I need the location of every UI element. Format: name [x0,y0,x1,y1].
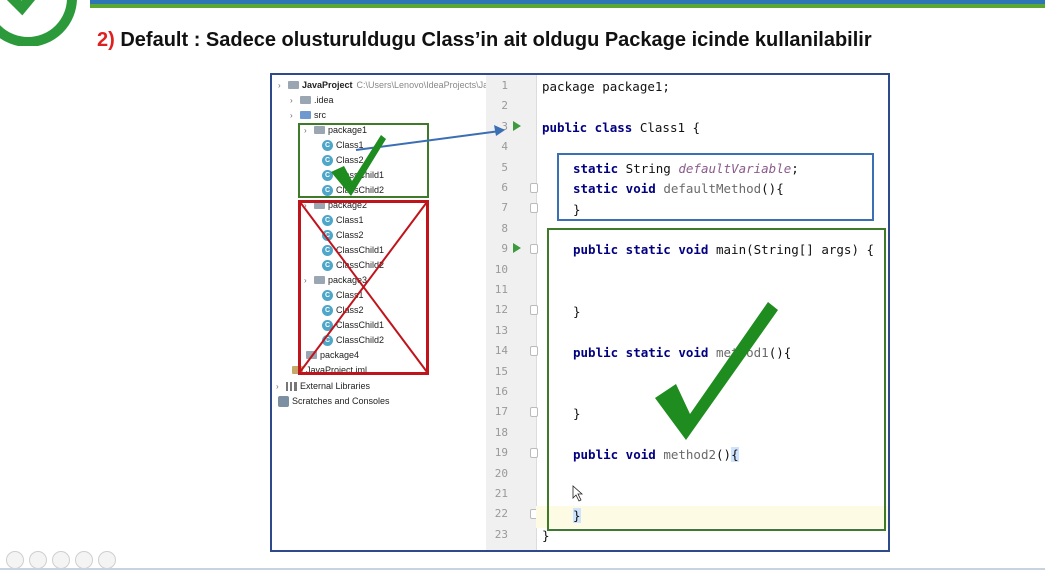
class-declaration: Class1 { [632,120,701,135]
line-number: 6 [501,181,508,194]
line-number: 22 [494,507,508,521]
tree-item-label: src [314,110,326,120]
fold-icon[interactable] [530,448,538,458]
pen-icon[interactable] [29,551,47,569]
fold-icon[interactable] [530,346,538,356]
zoom-icon[interactable] [52,551,70,569]
line-number: 13 [494,323,508,337]
tree-item[interactable]: › JavaProject C:\Users\Lenovo\IdeaProjects… [278,78,488,93]
editor-gutter: 1 2 3 4 5 6 7 8 9 10 11 12 13 14 15 16 17 18 19 20 21 22 23 [486,75,538,550]
line-number: 5 [501,160,508,174]
tree-item-label: External Libraries [300,381,371,391]
expand-arrow-icon[interactable]: › [290,108,300,123]
tree-item[interactable]: › .idea [290,93,334,108]
line-number: 9 [501,242,508,256]
line-number: 23 [494,527,508,541]
line-number: 20 [494,466,508,480]
line-number: 19 [494,446,508,460]
line-number: 14 [494,344,508,358]
line-number: 17 [494,405,508,419]
other-packages-rejected-box [298,200,429,375]
code-line-1: package package1; [542,78,670,96]
folder-icon [288,80,299,89]
line-number: 16 [494,385,508,398]
fold-icon[interactable] [530,244,538,254]
scratch-icon [278,396,289,408]
fold-icon[interactable] [530,203,538,213]
expand-arrow-icon[interactable]: › [290,93,300,108]
heading-text: Default : Sadece olusturuldugu Class’in … [120,29,872,51]
library-icon [286,382,297,392]
tree-item[interactable]: › src [290,108,326,123]
line-number: 2 [501,99,508,113]
package1-highlight-box [298,123,429,198]
folder-icon [300,110,311,119]
expand-arrow-icon[interactable]: › [276,379,286,394]
previous-icon[interactable] [6,551,24,569]
run-main-icon[interactable] [513,243,521,253]
tree-item[interactable]: › External Libraries [276,379,370,394]
keyword: public class [542,120,633,135]
line-number: 12 [494,303,508,317]
line-number: 10 [494,262,508,276]
tree-item-label: JavaProject [302,80,353,90]
fold-icon[interactable] [530,407,538,417]
more-icon[interactable] [98,551,116,569]
line-number: 11 [494,283,508,296]
line-number: 3 [501,119,508,133]
fold-icon[interactable] [530,183,538,193]
tree-item-label: Scratches and Consoles [292,396,390,406]
package-declaration: package package1; [542,79,670,94]
slide-heading: 2) Default : Sadece olusturuldugu Class’… [97,29,872,52]
line-number: 21 [494,487,508,500]
run-class-icon[interactable] [513,121,521,131]
class1-methods-box [547,228,886,531]
project-path: C:\Users\Lenovo\IdeaProjects\Ja [356,80,489,90]
expand-arrow-icon[interactable]: › [278,78,288,93]
tree-item-label: .idea [314,95,334,105]
line-number: 4 [501,140,508,154]
folder-icon [300,95,311,104]
heading-number: 2) [97,29,115,51]
line-number: 8 [501,221,508,235]
line-number: 18 [494,425,508,439]
line-number: 1 [501,79,508,92]
tree-item[interactable]: Scratches and Consoles [278,394,390,409]
code-line-3: public class Class1 { [542,119,700,137]
fold-icon[interactable] [530,305,538,315]
default-members-box [557,153,874,221]
line-number: 7 [501,201,508,215]
logo-check-icon [0,0,77,46]
top-accent-bar-green [90,4,1045,8]
slides-icon[interactable] [75,551,93,569]
line-number: 15 [494,364,508,378]
